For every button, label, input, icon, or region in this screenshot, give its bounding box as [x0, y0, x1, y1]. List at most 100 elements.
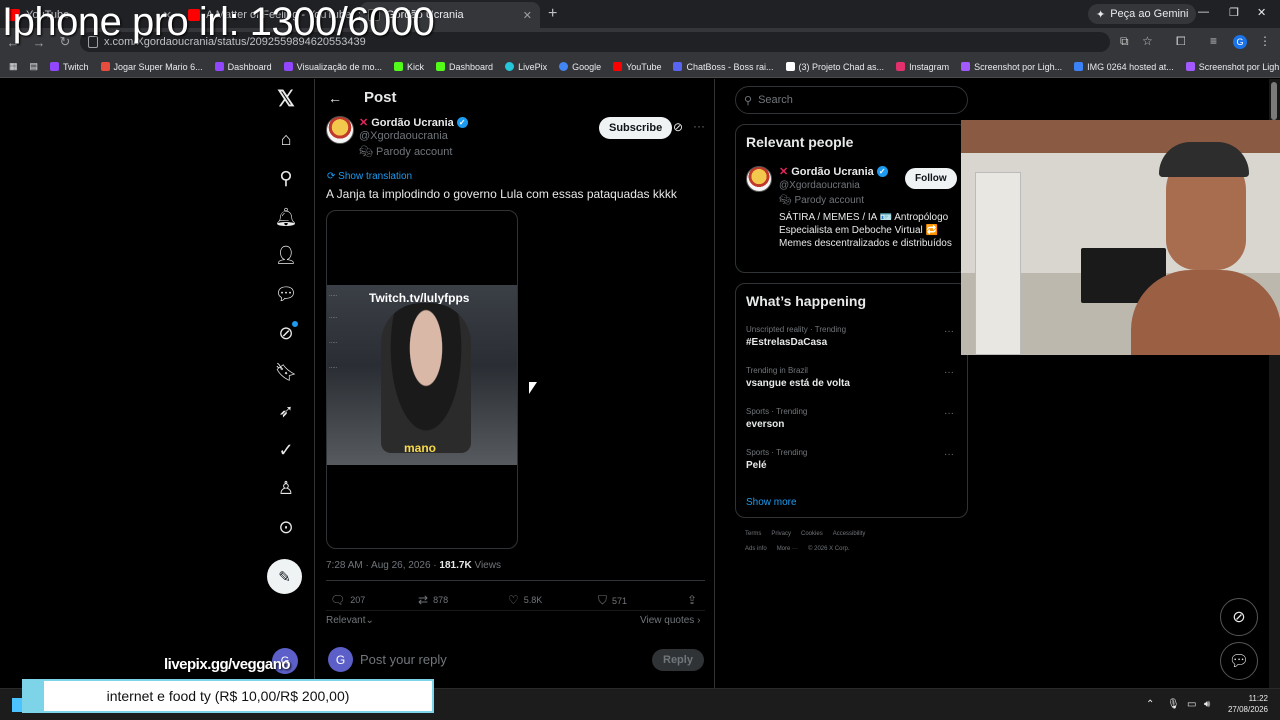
- gemini-button[interactable]: ✦ Peça ao Gemini: [1088, 4, 1197, 24]
- microphone-icon[interactable]: 🎙︎: [1167, 699, 1180, 710]
- footer-link[interactable]: Ads info: [745, 546, 767, 552]
- reply-button[interactable]: Reply: [652, 649, 704, 671]
- bookmark-item[interactable]: Screenshot por Ligh...: [1181, 62, 1280, 72]
- footer-link[interactable]: Accessibility: [833, 531, 866, 537]
- video-player[interactable]: Twitch.tv/lulyfpps ····· ····· ····· ···…: [326, 210, 518, 549]
- extensions-icon[interactable]: ⧠: [1176, 34, 1186, 49]
- bookmark-item[interactable]: Instagram: [891, 62, 954, 72]
- bookmark-item[interactable]: IMG 0264 hosted at...: [1069, 62, 1179, 72]
- follow-icon[interactable]: 👤︎: [275, 244, 298, 266]
- trend-name[interactable]: everson: [746, 419, 784, 430]
- bookmark-label: ChatBoss - Boss rai...: [686, 61, 774, 72]
- subscribe-button[interactable]: Subscribe: [599, 117, 673, 139]
- home-icon[interactable]: ⌂: [275, 128, 297, 150]
- system-clock[interactable]: 11:22 27/08/2026: [1226, 693, 1268, 715]
- person-avatar[interactable]: [746, 166, 772, 192]
- donation-alert: internet e food ty (R$ 10,00/R$ 200,00): [22, 679, 434, 713]
- bookmark-item[interactable]: Dashboard: [431, 62, 498, 72]
- view-quotes-link[interactable]: View quotes ›: [640, 615, 700, 626]
- compose-button[interactable]: ✎: [267, 559, 302, 594]
- notifications-icon[interactable]: 🔔︎: [275, 206, 298, 228]
- twitch-icon: [214, 62, 224, 71]
- follow-button[interactable]: Follow: [905, 168, 957, 189]
- profile-avatar[interactable]: G: [1233, 35, 1247, 49]
- share-icon: ⇪: [687, 593, 698, 607]
- footer-link[interactable]: Cookies: [801, 531, 823, 537]
- maximize-icon[interactable]: ❐: [1229, 6, 1239, 19]
- volume-icon[interactable]: 🔊︎: [1204, 699, 1210, 710]
- post-timestamp[interactable]: 7:28 AM · Aug 26, 2026 ·: [326, 560, 439, 571]
- author-handle[interactable]: @Xgordaoucrania: [359, 130, 448, 142]
- bookmark-item[interactable]: Google: [554, 62, 606, 72]
- trend-name[interactable]: Pelé: [746, 460, 767, 471]
- bookmark-item[interactable]: Visualização de mo...: [279, 62, 387, 72]
- author-avatar[interactable]: [326, 116, 354, 144]
- messages-fab[interactable]: 💬︎: [1220, 642, 1258, 680]
- close-window-icon[interactable]: ✕: [1257, 6, 1266, 19]
- bookmark-item[interactable]: LivePix: [500, 62, 552, 72]
- footer-link[interactable]: More ···: [777, 546, 798, 552]
- reply-sort-dropdown[interactable]: Relevant⌄: [326, 615, 374, 626]
- trend-name[interactable]: vsangue está de volta: [746, 378, 850, 389]
- search-icon[interactable]: ⚲: [275, 167, 297, 189]
- author-name: Gordão Ucrania: [371, 116, 454, 129]
- scrollbar-thumb[interactable]: [1271, 82, 1277, 120]
- footer-link[interactable]: Privacy: [771, 531, 791, 537]
- bookmark-item[interactable]: Dashboard: [210, 62, 277, 72]
- messages-icon[interactable]: 💬︎: [275, 283, 298, 305]
- clock-time: 11:22: [1248, 694, 1268, 703]
- menu-icon[interactable]: ⋮: [1259, 34, 1271, 48]
- bookmark-item[interactable]: (3) Projeto Chad as...: [781, 62, 890, 72]
- new-tab-button[interactable]: +: [540, 5, 565, 23]
- person-handle[interactable]: @Xgordaoucrania: [779, 180, 860, 191]
- chevron-up-icon[interactable]: ⌃: [1146, 699, 1154, 710]
- more-icon[interactable]: ⊙: [275, 516, 297, 538]
- minimize-icon[interactable]: —: [1198, 6, 1209, 18]
- profile-icon[interactable]: ♙: [275, 477, 297, 499]
- repost-stat[interactable]: ⇄ 878: [418, 593, 448, 607]
- like-stat[interactable]: ♡ 5.8K: [508, 593, 542, 607]
- grok-explain-icon[interactable]: ⊘: [673, 120, 683, 134]
- bookmarks-icon[interactable]: 🔖︎: [275, 361, 298, 383]
- cast-icon[interactable]: ⧉: [1120, 34, 1129, 49]
- bookmark-label: (3) Projeto Chad as...: [798, 61, 885, 72]
- bookmark-stat[interactable]: ⛉ 571: [598, 593, 627, 608]
- bookmark-item[interactable]: Kick: [389, 62, 429, 72]
- x-logo-icon[interactable]: 𝕏: [275, 86, 297, 111]
- reply-count: 207: [350, 595, 366, 605]
- show-translation-link[interactable]: ⟳ Show translation: [327, 171, 412, 182]
- grok-icon: ⊘: [1232, 609, 1246, 626]
- reply-input[interactable]: Post your reply: [360, 652, 447, 667]
- close-icon[interactable]: ✕: [523, 9, 532, 22]
- verified-orgs-icon[interactable]: ✓: [275, 439, 297, 461]
- lightshot-icon: [1185, 62, 1195, 71]
- person-name-row[interactable]: ✕ Gordão Ucrania ✓: [779, 165, 888, 178]
- webcam-overlay: [961, 120, 1280, 355]
- bookmark-item[interactable]: Jogar Super Mario 6...: [96, 62, 208, 72]
- reply-stat[interactable]: 🗨︎ 207: [330, 593, 365, 607]
- bookmark-item[interactable]: Screenshot por Ligh...: [956, 62, 1067, 72]
- more-options-icon[interactable]: ···: [693, 119, 705, 133]
- apps-icon[interactable]: ▦: [4, 61, 23, 72]
- search-input[interactable]: ⚲ Search: [735, 86, 968, 114]
- network-icon[interactable]: ▭: [1187, 699, 1196, 710]
- footer-link[interactable]: Terms: [745, 531, 761, 537]
- trend-more-icon[interactable]: ···: [944, 367, 954, 378]
- back-arrow-icon[interactable]: ←: [328, 90, 342, 106]
- bookmark-item[interactable]: Twitch: [45, 62, 94, 72]
- grid-icon[interactable]: ▤: [25, 61, 44, 72]
- views-count: 181.7K: [439, 560, 472, 571]
- trend-more-icon[interactable]: ···: [944, 326, 954, 337]
- bookmark-item[interactable]: ChatBoss - Boss rai...: [668, 62, 778, 72]
- jobs-icon[interactable]: ➶: [275, 400, 297, 422]
- trend-more-icon[interactable]: ···: [944, 449, 954, 460]
- tab-search-icon[interactable]: ≡: [1210, 34, 1217, 48]
- share-button[interactable]: ⇪: [687, 593, 697, 607]
- bookmark-star-icon[interactable]: ☆: [1142, 34, 1153, 48]
- trend-name[interactable]: #EstrelasDaCasa: [746, 337, 827, 348]
- show-more-link[interactable]: Show more: [746, 497, 797, 508]
- grok-fab[interactable]: ⊘: [1220, 598, 1258, 636]
- trend-more-icon[interactable]: ···: [944, 408, 954, 419]
- bookmark-item[interactable]: YouTube: [608, 62, 666, 72]
- author-name-row[interactable]: ✕ Gordão Ucrania ✓: [359, 116, 468, 129]
